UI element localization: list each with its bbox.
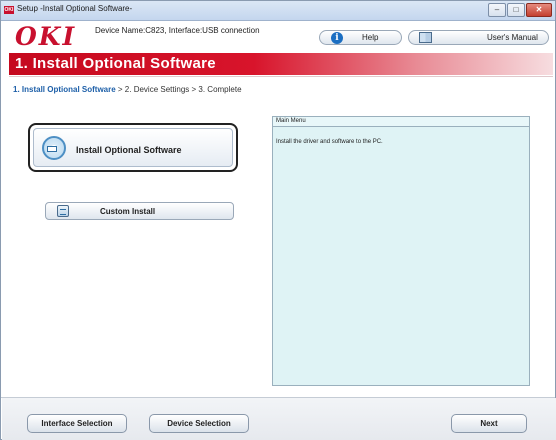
device-selection-button[interactable]: Device Selection <box>149 414 249 433</box>
minimize-button[interactable]: – <box>488 3 506 17</box>
help-button[interactable]: i Help <box>319 30 402 45</box>
setup-window: OKI Setup -Install Optional Software- – … <box>0 0 556 440</box>
close-button[interactable]: ✕ <box>526 3 552 17</box>
users-manual-label: User's Manual <box>487 33 538 42</box>
info-icon: i <box>331 32 343 44</box>
title-bar: OKI Setup -Install Optional Software- – … <box>1 1 555 21</box>
interface-selection-button[interactable]: Interface Selection <box>27 414 127 433</box>
install-button-face: Install Optional Software <box>33 128 233 167</box>
next-button[interactable]: Next <box>451 414 527 433</box>
device-info: Device Name:C823, Interface:USB connecti… <box>95 26 260 35</box>
breadcrumb: 1. Install Optional Software > 2. Device… <box>13 85 242 94</box>
banner-divider <box>9 76 553 77</box>
install-optional-software-label: Install Optional Software <box>76 145 182 155</box>
custom-install-label: Custom Install <box>100 207 156 216</box>
header: OKI Device Name:C823, Interface:USB conn… <box>1 21 555 51</box>
custom-install-icon <box>57 205 69 217</box>
users-manual-button[interactable]: User's Manual <box>408 30 549 45</box>
footer-bar: Interface Selection Device Selection Nex… <box>2 398 556 440</box>
window-title: Setup -Install Optional Software- <box>17 4 133 13</box>
maximize-button[interactable]: □ <box>507 3 525 17</box>
panel-header: Main Menu <box>273 117 529 127</box>
oki-logo: OKI <box>15 22 77 51</box>
page-title: 1. Install Optional Software <box>15 55 216 72</box>
window-controls: – □ ✕ <box>488 3 552 17</box>
breadcrumb-remaining-steps: > 2. Device Settings > 3. Complete <box>115 85 242 94</box>
breadcrumb-active-step: 1. Install Optional Software <box>13 85 116 94</box>
panel-description: Install the driver and software to the P… <box>276 139 383 145</box>
description-panel: Main Menu Install the driver and softwar… <box>272 116 530 386</box>
help-label: Help <box>362 33 379 42</box>
step-banner: 1. Install Optional Software <box>9 53 553 75</box>
book-icon <box>419 32 432 43</box>
custom-install-button[interactable]: Custom Install <box>45 202 234 220</box>
install-optional-software-button[interactable]: Install Optional Software <box>28 123 238 172</box>
install-arrow-icon <box>47 146 57 152</box>
app-icon: OKI <box>4 6 14 14</box>
